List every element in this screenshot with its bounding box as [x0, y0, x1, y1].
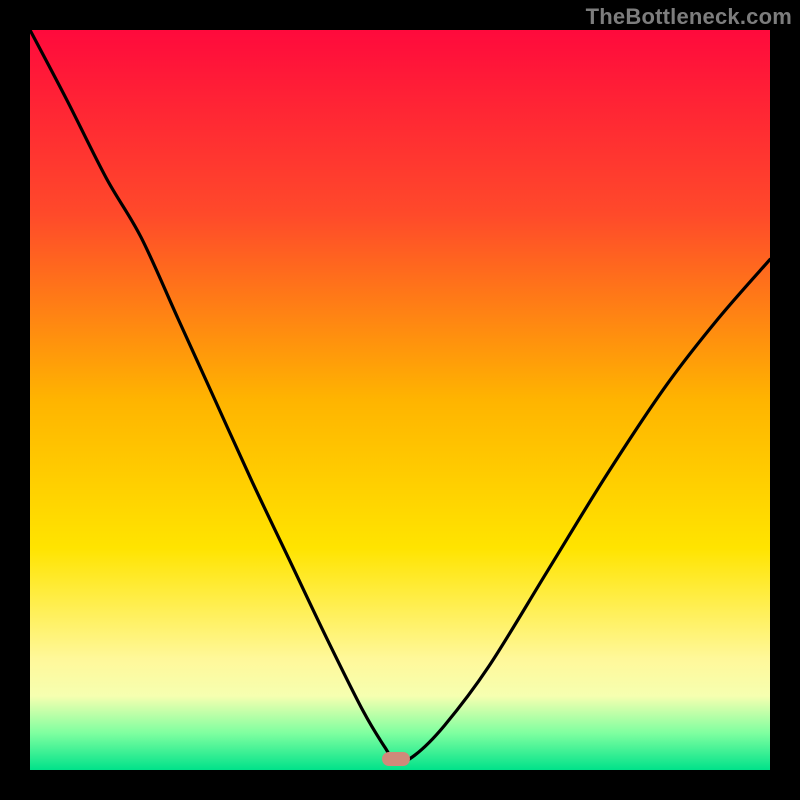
minimum-point-marker — [382, 752, 410, 766]
chart-frame: TheBottleneck.com — [0, 0, 800, 800]
plot-area — [30, 30, 770, 770]
watermark-label: TheBottleneck.com — [586, 4, 792, 30]
bottleneck-curve — [30, 30, 770, 770]
